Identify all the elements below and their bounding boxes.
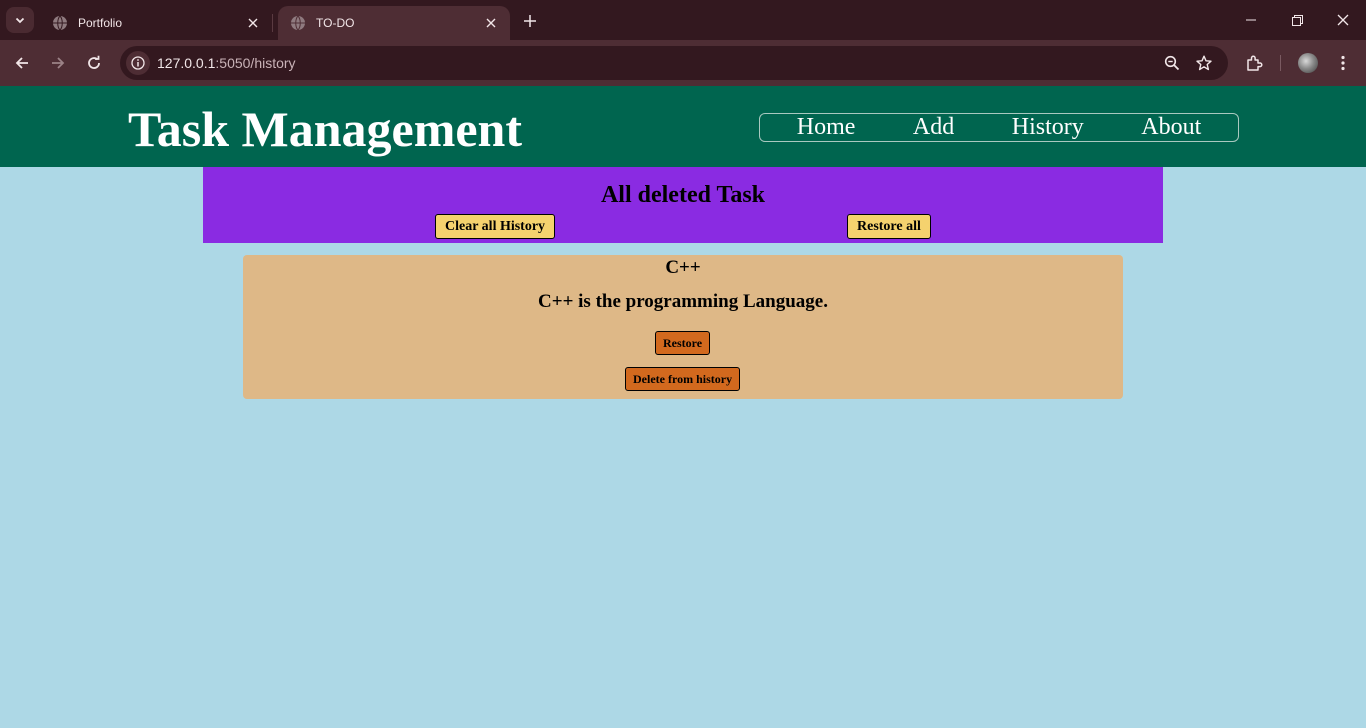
site-info-icon[interactable]: [126, 51, 150, 75]
task-title: C++: [665, 257, 701, 278]
back-button[interactable]: [8, 49, 36, 77]
nav-link-about[interactable]: About: [1141, 114, 1201, 141]
arrow-left-icon: [15, 57, 28, 69]
restore-window-button[interactable]: [1274, 0, 1320, 40]
main-nav: Home Add History About: [759, 113, 1239, 142]
tab-divider: [272, 14, 273, 32]
close-icon: [1337, 14, 1349, 26]
close-window-button[interactable]: [1320, 0, 1366, 40]
tab-title: TO-DO: [316, 16, 355, 30]
minimize-button[interactable]: [1228, 0, 1274, 40]
tab-portfolio[interactable]: Portfolio: [40, 6, 272, 40]
restore-window-icon: [1291, 14, 1303, 26]
task-description: C++ is the programming Language.: [538, 291, 828, 312]
close-icon[interactable]: [482, 14, 500, 32]
url-path: :5050/history: [215, 55, 296, 71]
toolbar-divider: [1280, 55, 1281, 71]
delete-from-history-button[interactable]: Delete from history: [625, 367, 741, 391]
tab-todo[interactable]: TO-DO: [278, 6, 510, 40]
restore-all-button[interactable]: Restore all: [847, 214, 931, 239]
url-text: 127.0.0.1:5050/history: [157, 55, 296, 71]
url-host: 127.0.0.1: [157, 55, 216, 71]
globe-icon: [290, 15, 306, 31]
zoom-icon[interactable]: [1161, 52, 1183, 74]
deleted-task-card: C++ C++ is the programming Language. Res…: [243, 255, 1123, 399]
nav-link-history[interactable]: History: [1012, 114, 1084, 141]
restore-task-button[interactable]: Restore: [655, 331, 711, 355]
address-bar[interactable]: 127.0.0.1:5050/history: [120, 46, 1228, 80]
site-title: Task Management: [128, 101, 523, 157]
history-heading: All deleted Task: [600, 182, 766, 208]
close-icon[interactable]: [244, 14, 262, 32]
site-header: Task Management Home Add History About: [0, 86, 1366, 167]
browser-tab-strip: Portfolio TO-DO: [0, 0, 1366, 40]
forward-button[interactable]: [44, 49, 72, 77]
tab-search-button[interactable]: [6, 7, 34, 33]
reload-button[interactable]: [80, 49, 108, 77]
minimize-icon: [1246, 19, 1256, 21]
bookmark-star-icon[interactable]: [1193, 52, 1215, 74]
more-menu-icon[interactable]: [1332, 52, 1354, 74]
tab-title: Portfolio: [78, 16, 123, 30]
plus-icon: [524, 15, 536, 27]
clear-history-button[interactable]: Clear all History: [435, 214, 556, 239]
nav-link-add[interactable]: Add: [913, 114, 954, 141]
extensions-icon[interactable]: [1243, 52, 1265, 74]
new-tab-button[interactable]: [518, 9, 542, 33]
arrow-right-icon: [52, 57, 65, 69]
history-banner: All deleted Task Clear all History Resto…: [203, 167, 1163, 243]
browser-toolbar: 127.0.0.1:5050/history: [0, 40, 1366, 86]
globe-icon: [52, 15, 68, 31]
reload-icon: [88, 55, 100, 69]
nav-link-home[interactable]: Home: [797, 114, 856, 141]
chevron-down-icon: [15, 17, 25, 24]
profile-avatar[interactable]: [1298, 53, 1318, 73]
